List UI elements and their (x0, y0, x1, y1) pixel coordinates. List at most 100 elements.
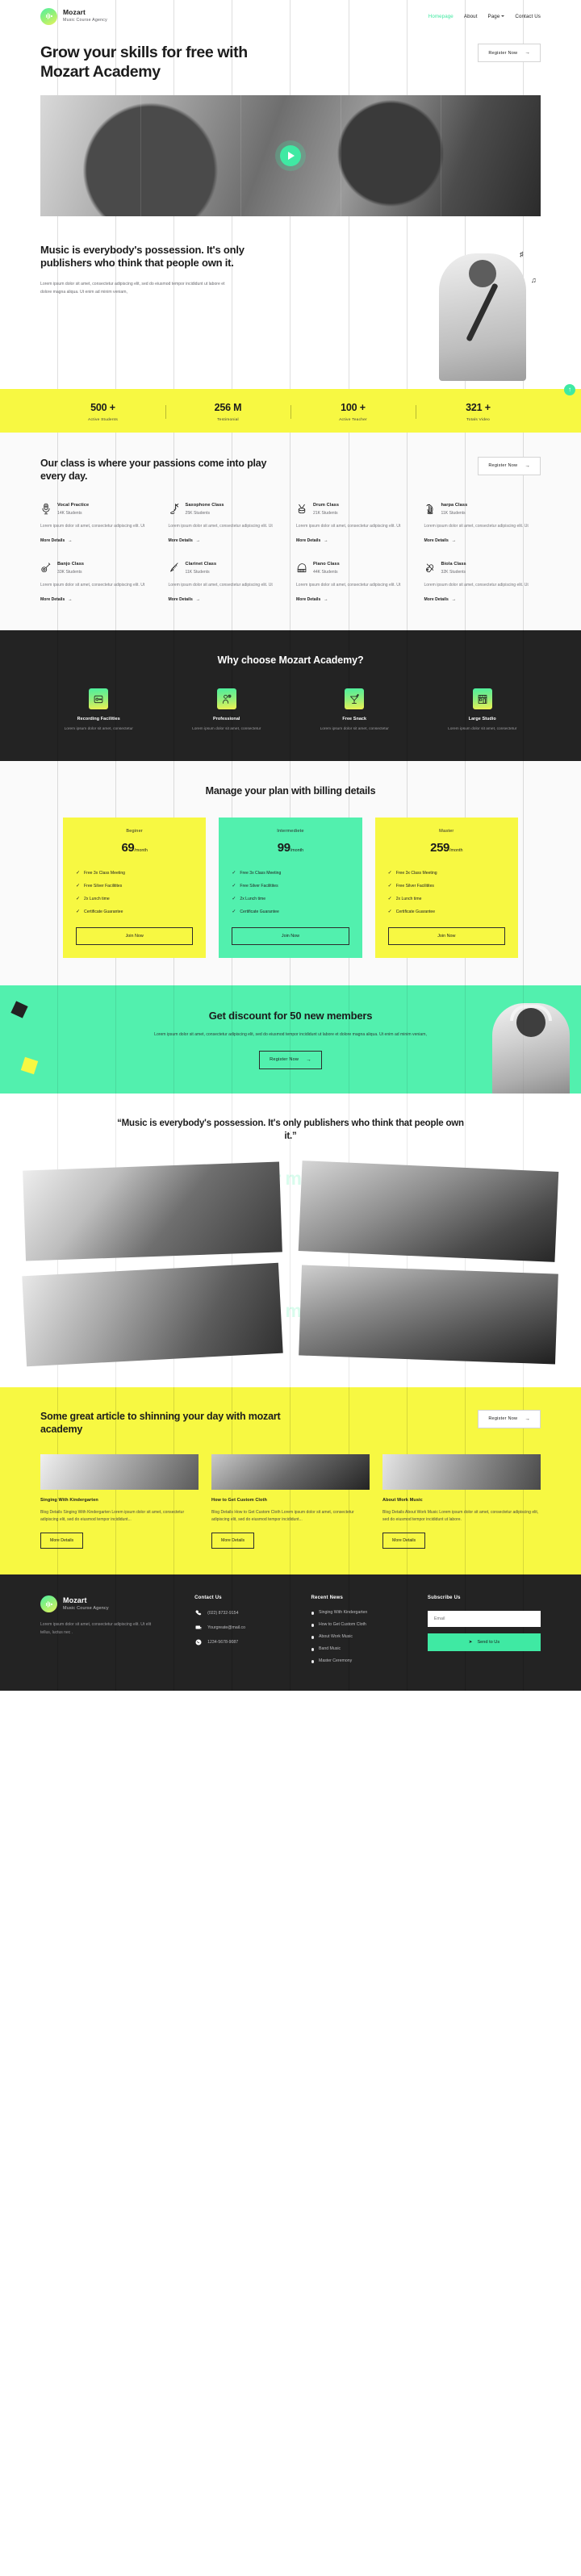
why-item-desc: Lorem ipsum dolor sit amet, consectetur (320, 727, 389, 732)
class-card[interactable]: Saxophone Class 25K Students Lorem ipsum… (169, 503, 286, 546)
gallery-photo-2 (298, 1160, 559, 1262)
nav-item-page[interactable]: Page (488, 14, 505, 19)
stat-active-teacher: 100 + Active Teacher (290, 402, 416, 422)
cocktail-icon (345, 688, 365, 710)
class-card[interactable]: Drum Class 21K Students Lorem ipsum dolo… (296, 503, 413, 546)
stat-active-students: 500 + Active Students (40, 402, 165, 422)
class-more-details-link[interactable]: More Details → (296, 538, 328, 543)
gallery-photo-3 (22, 1262, 283, 1366)
why-item-desc: Lorem ipsum dolor sit amet, consectetur (64, 727, 133, 732)
class-students: 11K Students (441, 510, 466, 516)
plan-price-value: 69 (121, 840, 135, 855)
class-card[interactable]: Vocal Practice 14K Students Lorem ipsum … (40, 503, 157, 546)
stats-bar: ↑ 500 + Active Students 256 M Testimonia… (0, 383, 581, 433)
why-item-title: Recording Facilities (77, 717, 120, 722)
discount-register-button[interactable]: Register Now → (259, 1050, 322, 1069)
plan-feature-list: ✓ Free 3x Class Meeting ✓ Free Silver Fa… (388, 867, 505, 918)
plan-join-button[interactable]: Join Now (76, 926, 194, 945)
decor-yellow-square (20, 1056, 39, 1074)
nav-item-homepage[interactable]: Homepage (428, 14, 454, 19)
scroll-to-top-icon[interactable]: ↑ (564, 383, 575, 395)
nav-item-about[interactable]: About (464, 14, 478, 19)
class-more-details-link[interactable]: More Details → (424, 597, 456, 602)
footer-whatsapp-row[interactable]: 1234-5678-9087 (194, 1638, 298, 1646)
footer-about-text: Lorem ipsum dolor sit amet, consectetur … (40, 1622, 152, 1635)
footer-phone-value: (022) 8732-9154 (207, 1610, 239, 1616)
class-description: Lorem ipsum dolor sit amet, consectetur … (40, 582, 145, 588)
article-title: Singing With Kindergarten (40, 1497, 98, 1503)
hero-register-label: Register Now (488, 50, 518, 56)
pricing-plan-card: Intermediete 99/month ✓ Free 3x Class Me… (219, 817, 362, 958)
plan-join-button[interactable]: Join Now (387, 926, 505, 945)
plan-feature-list: ✓ Free 3x Class Meeting ✓ Free Silver Fa… (232, 867, 349, 918)
class-more-details-link[interactable]: More Details → (40, 597, 72, 602)
hero-register-button[interactable]: Register Now → (478, 44, 541, 62)
why-choose-section: Why choose Mozart Academy? Recording Fac… (0, 630, 581, 761)
possession-body: Lorem ipsum dolor sit amet, consectetur … (40, 282, 225, 295)
class-students: 21K Students (313, 510, 338, 516)
plan-feature: ✓ 2x Lunch time (232, 896, 266, 902)
article-card[interactable]: About Work Music Blog Details About Work… (382, 1453, 541, 1549)
footer-subscribe-column: Subscribe Us ➤ Send to Us (427, 1595, 541, 1670)
classes-register-button[interactable]: Register Now → (478, 456, 541, 475)
class-card[interactable]: Biola Class 32K Students Lorem ipsum dol… (424, 562, 541, 604)
pricing-plan-card: Beginer 69/month ✓ Free 3x Class Meeting… (63, 817, 207, 958)
footer-recent-heading: Recent News (311, 1595, 344, 1601)
hero-video-thumbnail[interactable] (40, 94, 541, 216)
footer-news-item[interactable]: About Work Music (311, 1633, 415, 1640)
class-card[interactable]: harpa Class 11K Students Lorem ipsum dol… (424, 503, 541, 546)
footer-news-item[interactable]: Master Ceremony (311, 1658, 415, 1664)
article-card[interactable]: How to Get Custom Cloth Blog Details How… (211, 1453, 370, 1549)
brand-logo[interactable]: Mozart Music Course Agency (40, 7, 107, 25)
arrow-right-icon: → (306, 1056, 311, 1063)
article-more-details-button[interactable]: More Details (382, 1533, 426, 1549)
possession-section: Music is everybody's possession. It's on… (40, 216, 541, 389)
bullet-icon (311, 1660, 314, 1663)
stat-value: 321 + (466, 401, 491, 413)
footer-brand-name: Mozart (63, 1596, 87, 1605)
article-title: How to Get Custom Cloth (211, 1497, 267, 1503)
why-item: Large Studio Lorem ipsum dolor sit amet,… (424, 688, 541, 733)
flute-player-image (439, 253, 526, 381)
arrow-right-icon: → (68, 597, 73, 603)
subscribe-email-input[interactable] (427, 1611, 541, 1628)
possession-heading: Music is everybody's possession. It's on… (40, 243, 245, 270)
class-more-details-link[interactable]: More Details → (169, 597, 200, 602)
classes-section: Our class is where your passions come in… (0, 432, 581, 631)
gallery-heading: “Music is everybody's possession. It's o… (117, 1118, 464, 1141)
articles-register-button[interactable]: Register Now → (478, 1409, 541, 1428)
class-card[interactable]: Piano Class 44K Students Lorem ipsum dol… (296, 562, 413, 604)
footer-news-item[interactable]: Singing With Kindergarten (311, 1609, 415, 1616)
footer-email-row[interactable]: Yourgreate@mail.co (194, 1624, 298, 1631)
bullet-icon (311, 1636, 314, 1639)
class-more-details-link[interactable]: More Details → (424, 538, 456, 543)
article-card[interactable]: Singing With Kindergarten Blog Details S… (40, 1453, 199, 1549)
footer-brand-logo[interactable]: Mozart Music Course Agency (40, 1595, 182, 1613)
class-more-details-link[interactable]: More Details → (296, 597, 328, 602)
footer-news-item[interactable]: How to Get Custom Cloth (311, 1621, 415, 1628)
arrow-right-icon: → (324, 597, 328, 603)
footer-recent-news-column: Recent News Singing With Kindergarten Ho… (311, 1595, 415, 1670)
stat-label: Active Teacher (339, 417, 367, 422)
class-card[interactable]: Clarinet Class 11K Students Lorem ipsum … (169, 562, 286, 604)
music-wave-icon (40, 1595, 57, 1613)
why-item-desc: Lorem ipsum dolor sit amet, consectetur (448, 727, 517, 732)
plan-price-value: 259 (430, 840, 449, 855)
subscribe-send-button[interactable]: ➤ Send to Us (427, 1633, 541, 1652)
article-thumbnail (211, 1453, 370, 1490)
plan-join-button[interactable]: Join Now (232, 926, 349, 945)
check-icon: ✓ (232, 884, 236, 889)
class-description: Lorem ipsum dolor sit amet, consectetur … (296, 582, 401, 588)
class-more-details-link[interactable]: More Details → (40, 538, 72, 543)
article-more-details-button[interactable]: More Details (40, 1533, 84, 1549)
clarinet-icon (169, 562, 180, 574)
class-more-details-link[interactable]: More Details → (169, 538, 200, 543)
why-item-title: Professional (212, 717, 240, 722)
nav-item-contact-us[interactable]: Contact Us (515, 14, 541, 19)
footer-phone-row[interactable]: (022) 8732-9154 (194, 1609, 298, 1616)
class-card[interactable]: Banjo Class 33K Students Lorem ipsum dol… (40, 562, 157, 604)
arrow-right-icon: → (68, 537, 73, 543)
article-more-details-button[interactable]: More Details (211, 1533, 255, 1549)
play-icon[interactable] (280, 144, 301, 166)
footer-news-item[interactable]: Band Music (311, 1646, 415, 1652)
